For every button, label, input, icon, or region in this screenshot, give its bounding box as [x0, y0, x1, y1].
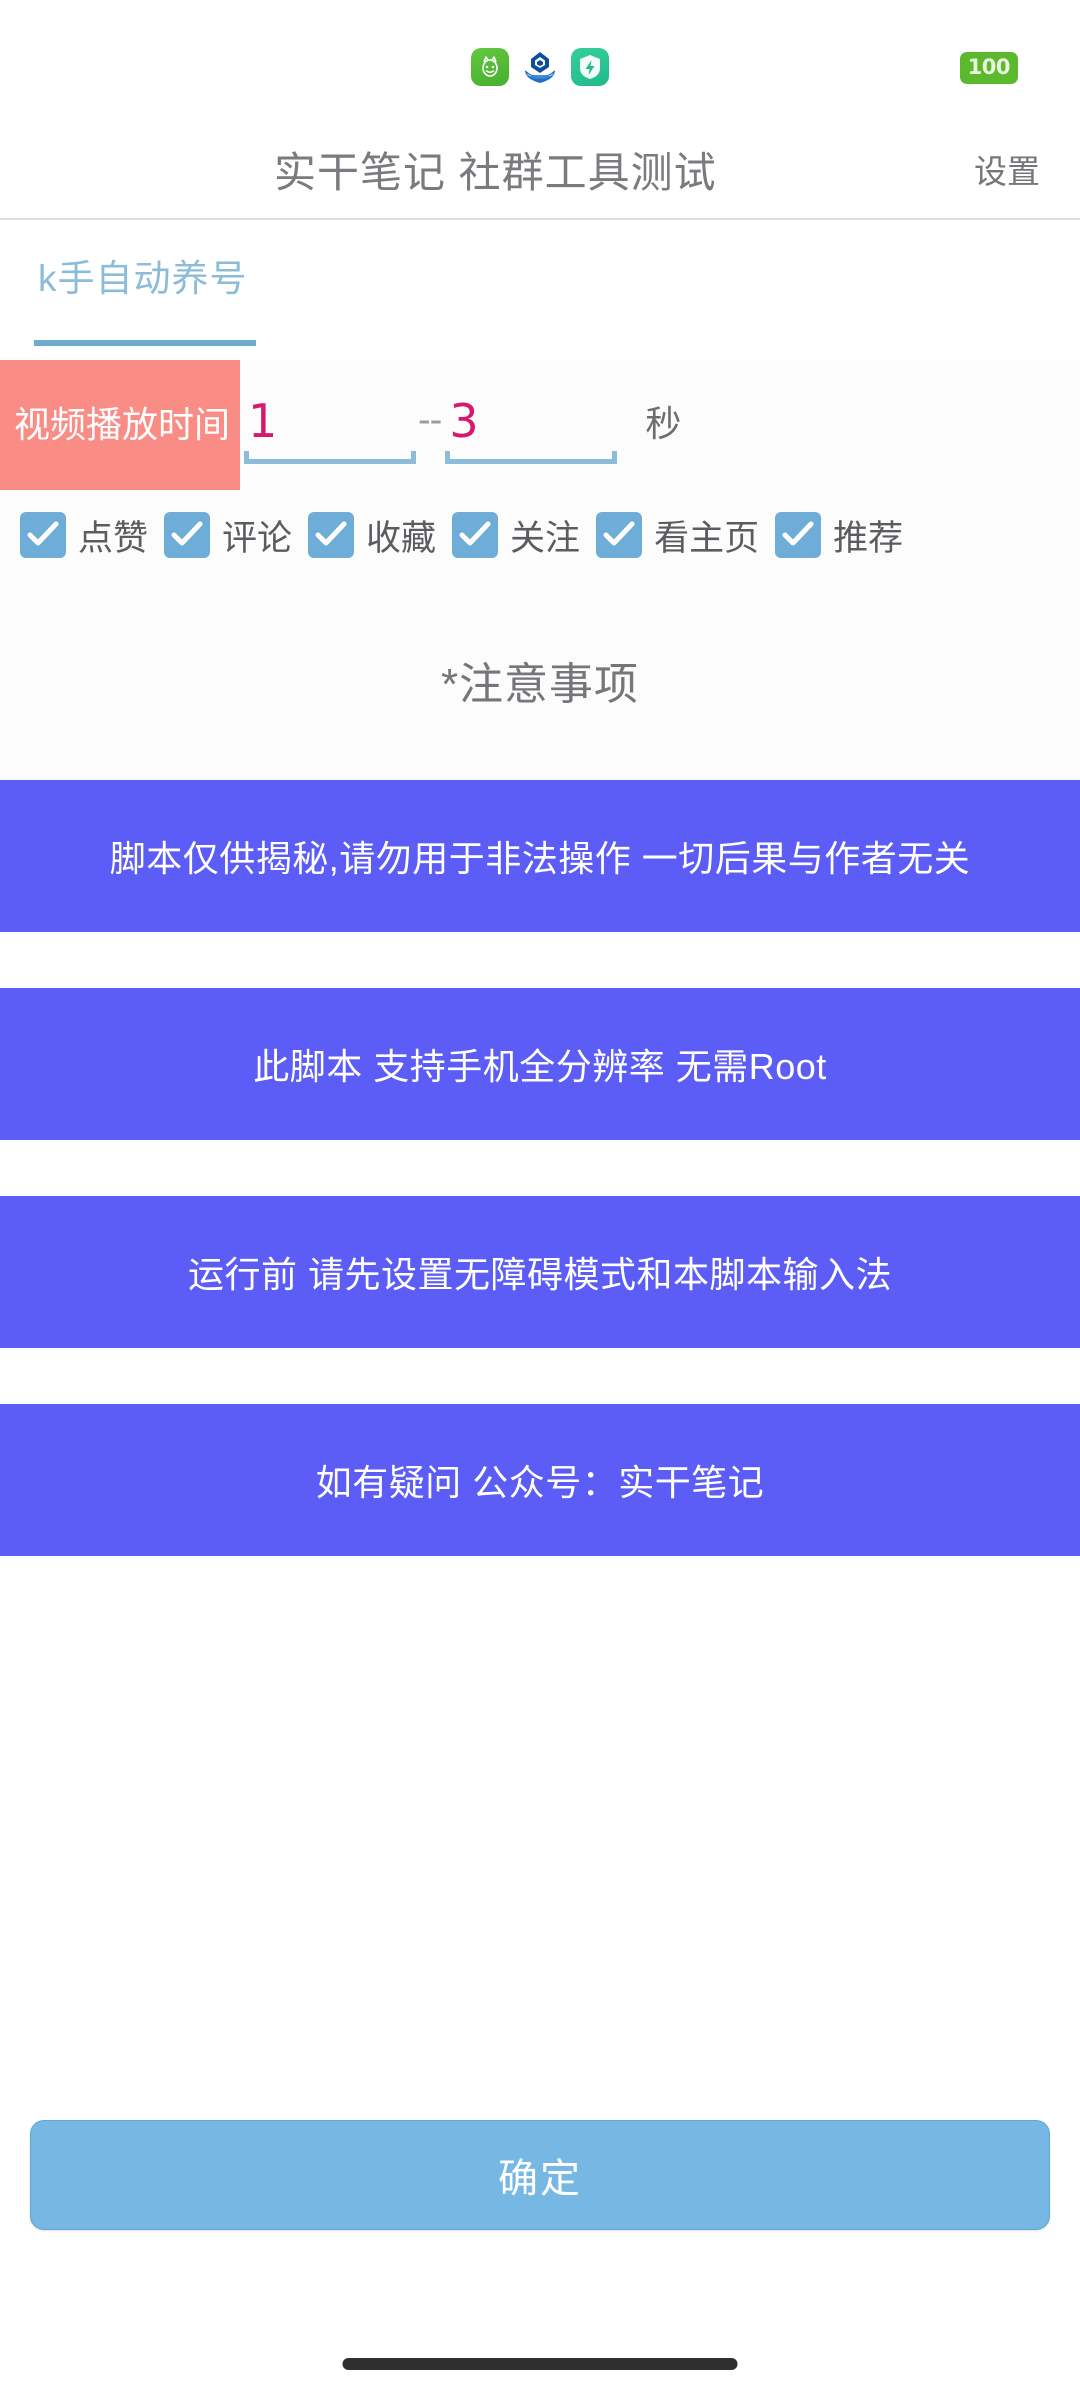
video-play-time-row: 视频播放时间 1 -- 3 秒: [0, 360, 1080, 490]
notice-banner-list: 脚本仅供揭秘,请勿用于非法操作 一切后果与作者无关 此脚本 支持手机全分辨率 无…: [0, 780, 1080, 1556]
status-bar-app-icons: [471, 48, 609, 86]
min-seconds-underline: [244, 451, 417, 464]
checkbox-label: 评论: [222, 518, 293, 558]
max-seconds-input[interactable]: 3: [441, 360, 619, 490]
checkbox-item-view-homepage[interactable]: 看主页: [596, 510, 759, 561]
checkbox-label: 收藏: [366, 518, 437, 558]
page-title: 实干笔记 社群工具测试: [274, 148, 717, 196]
content-spacer: [0, 1556, 1080, 2110]
checkbox-item-comment[interactable]: 评论: [164, 510, 292, 561]
checkbox-item-favorite[interactable]: 收藏: [308, 510, 436, 561]
tab-bar: k手自动养号: [0, 220, 1080, 360]
confirm-button[interactable]: 确定: [30, 2120, 1050, 2230]
tab-label: k手自动养号: [38, 258, 248, 299]
video-play-time-label: 视频播放时间: [0, 360, 241, 490]
checkbox-label: 关注: [510, 518, 581, 558]
status-bar: 100: [0, 0, 1080, 120]
checkbox-item-follow[interactable]: 关注: [452, 510, 580, 561]
banner-gap: [0, 932, 1080, 988]
checkbox-label: 推荐: [833, 518, 904, 558]
checkbox-item-recommend[interactable]: 推荐: [775, 510, 903, 561]
seconds-unit-label: 秒: [645, 403, 682, 444]
banner-gap: [0, 1140, 1080, 1196]
max-seconds-value: 3: [449, 394, 479, 448]
tab-active-indicator: [34, 340, 256, 346]
shield-bolt-icon: [571, 48, 609, 86]
battery-indicator: 100: [959, 52, 1018, 84]
tab-kuaishou-auto-nurture[interactable]: k手自动养号: [34, 248, 256, 346]
cat-face-icon: [471, 48, 509, 86]
checkmark-icon: [775, 512, 822, 558]
notice-banner[interactable]: 此脚本 支持手机全分辨率 无需Root: [0, 988, 1080, 1140]
checkbox-label: 看主页: [654, 518, 760, 558]
min-seconds-value: 1: [248, 394, 278, 448]
notice-heading: *注意事项: [440, 660, 640, 709]
checkmark-icon: [452, 512, 499, 558]
phone-screen: 100 实干笔记 社群工具测试 设置 k手自动养号 视频播放时间 1 -- 3 …: [0, 0, 1080, 2400]
min-seconds-input[interactable]: 1: [240, 360, 418, 490]
checkbox-item-like[interactable]: 点赞: [20, 510, 148, 561]
checkbox-label: 点赞: [78, 518, 149, 558]
content-area: 视频播放时间 1 -- 3 秒 点赞 评论 收藏 关注 看主页 推荐 *注意事项…: [0, 360, 1080, 2110]
ccb-bank-icon: [521, 48, 559, 86]
title-bar: 实干笔记 社群工具测试 设置: [0, 120, 1080, 220]
checkmark-icon: [20, 512, 66, 558]
notice-banner[interactable]: 脚本仅供揭秘,请勿用于非法操作 一切后果与作者无关: [0, 780, 1080, 932]
notice-heading-wrap: *注意事项: [0, 580, 1080, 780]
banner-gap: [0, 1348, 1080, 1404]
action-checkbox-row: 点赞 评论 收藏 关注 看主页 推荐: [0, 490, 1080, 580]
max-seconds-underline: [445, 451, 618, 464]
notice-banner[interactable]: 如有疑问 公众号：实干笔记: [0, 1404, 1080, 1556]
footer-bar: 确定: [0, 2110, 1080, 2400]
range-separator: --: [418, 398, 442, 441]
checkmark-icon: [308, 512, 355, 558]
settings-button[interactable]: 设置: [974, 145, 1040, 193]
checkmark-icon: [596, 512, 643, 558]
gesture-navigation-bar[interactable]: [342, 2358, 738, 2370]
checkmark-icon: [164, 512, 211, 558]
notice-banner[interactable]: 运行前 请先设置无障碍模式和本脚本输入法: [0, 1196, 1080, 1348]
